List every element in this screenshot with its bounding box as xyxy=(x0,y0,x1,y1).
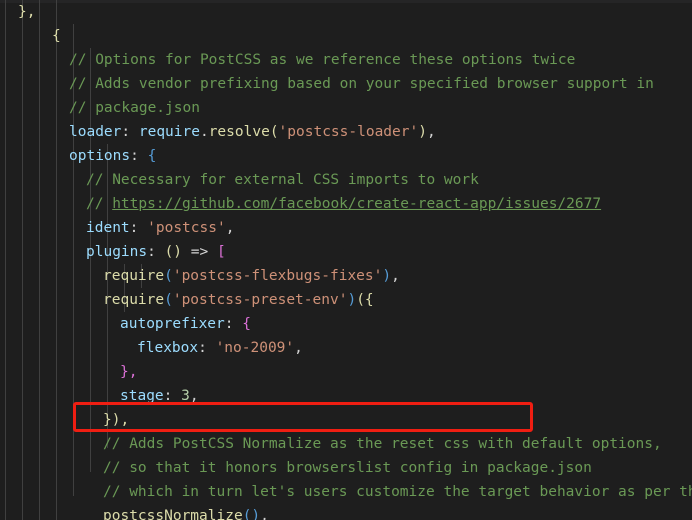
token-property: options xyxy=(69,148,131,164)
token-comment: // package.json xyxy=(69,100,200,116)
token-dot: . xyxy=(199,124,209,140)
token-comma: , xyxy=(294,340,303,356)
token-property: flexbox xyxy=(137,340,199,356)
token-comma: , xyxy=(225,220,235,236)
token-paren: ) xyxy=(382,268,392,284)
token-paren: ) xyxy=(347,292,357,308)
code-line[interactable]: ident: 'postcss', xyxy=(0,216,692,240)
token-arrow: => xyxy=(182,244,217,260)
code-line[interactable]: // Necessary for external CSS imports to… xyxy=(0,168,692,192)
token-brace: { xyxy=(52,28,61,44)
token-colon: : xyxy=(224,316,243,332)
token-property: stage xyxy=(120,388,164,404)
token-paren: ( xyxy=(164,292,173,308)
token-paren: ( xyxy=(164,268,173,284)
token-comma: , xyxy=(260,508,269,520)
code-editor[interactable]: }, { // Options for PostCSS as we refere… xyxy=(0,0,692,520)
token-comment: // which in turn let's users customize t… xyxy=(103,484,692,500)
code-line[interactable]: postcssNormalize(), xyxy=(0,504,692,520)
code-line[interactable]: flexbox: 'no-2009', xyxy=(0,336,692,360)
token-comment: // so that it honors browserslist config… xyxy=(103,460,592,476)
code-line[interactable]: // which in turn let's users customize t… xyxy=(0,480,692,504)
token-property: plugins xyxy=(86,244,148,260)
token-comment: // Options for PostCSS as we reference t… xyxy=(69,52,576,68)
comment-url-link[interactable]: https://github.com/facebook/create-react… xyxy=(112,196,601,212)
token-comment: // xyxy=(86,196,113,212)
code-line[interactable]: require('postcss-flexbugs-fixes'), xyxy=(0,264,692,288)
code-line[interactable]: { xyxy=(0,24,692,48)
token-object: require xyxy=(138,124,200,140)
code-lines[interactable]: }, { // Options for PostCSS as we refere… xyxy=(0,0,692,520)
token-string: 'postcss' xyxy=(147,220,226,236)
code-line[interactable]: // Adds PostCSS Normalize as the reset c… xyxy=(0,432,692,456)
token-function: require xyxy=(103,292,165,308)
code-line[interactable]: loader: require.resolve('postcss-loader'… xyxy=(0,120,692,144)
code-line[interactable]: // package.json xyxy=(0,96,692,120)
token-comment: // Necessary for external CSS imports to… xyxy=(86,172,479,188)
token-string: 'postcss-loader' xyxy=(278,124,419,140)
code-line[interactable]: }, xyxy=(0,360,692,384)
token-string: 'no-2009' xyxy=(215,340,295,356)
code-line[interactable]: stage: 3, xyxy=(0,384,692,408)
token-function: resolve xyxy=(208,124,270,140)
token-paren: () xyxy=(164,244,183,260)
token-comment: // Adds vendor prefixing based on your s… xyxy=(69,76,654,92)
token-string: 'postcss-flexbugs-fixes' xyxy=(172,268,383,284)
token-colon: : xyxy=(147,244,165,260)
token-string: 'postcss-preset-env' xyxy=(172,292,348,308)
token-function: require xyxy=(103,268,165,284)
token-bracket: [ xyxy=(216,244,226,260)
code-line[interactable]: // so that it honors browserslist config… xyxy=(0,456,692,480)
token-paren: ) xyxy=(418,124,427,140)
token-brace: { xyxy=(147,148,157,164)
token-paren-brace: ({ xyxy=(356,292,374,308)
token-comment: // Adds PostCSS Normalize as the reset c… xyxy=(103,436,662,452)
token-paren: () xyxy=(242,508,261,520)
token-colon: : xyxy=(130,148,148,164)
token-colon: : xyxy=(129,220,148,236)
code-line[interactable]: plugins: () => [ xyxy=(0,240,692,264)
code-line[interactable]: }), xyxy=(0,408,692,432)
code-line[interactable]: }, xyxy=(0,0,692,24)
code-line[interactable]: autoprefixer: { xyxy=(0,312,692,336)
token-colon: : xyxy=(198,340,216,356)
code-line[interactable]: require('postcss-preset-env')({ xyxy=(0,288,692,312)
token-brace: }, xyxy=(18,4,36,20)
token-colon: : xyxy=(163,388,182,404)
token-colon: : xyxy=(121,124,139,140)
token-paren: ( xyxy=(269,124,279,140)
token-comma: , xyxy=(391,268,400,284)
token-property: autoprefixer xyxy=(120,316,225,332)
code-line[interactable]: // Adds vendor prefixing based on your s… xyxy=(0,72,692,96)
token-number: 3 xyxy=(181,388,190,404)
token-property: loader xyxy=(69,124,122,140)
token-comma: , xyxy=(189,388,199,404)
token-brace: { xyxy=(242,316,251,332)
code-line[interactable]: options: { xyxy=(0,144,692,168)
token-function: postcssNormalize xyxy=(103,508,243,520)
token-property: ident xyxy=(86,220,130,236)
code-line[interactable]: // https://github.com/facebook/create-re… xyxy=(0,192,692,216)
token-brace: }, xyxy=(120,364,138,380)
code-line[interactable]: // Options for PostCSS as we reference t… xyxy=(0,48,692,72)
token-brace: }), xyxy=(103,412,130,428)
token-comma: , xyxy=(426,124,436,140)
